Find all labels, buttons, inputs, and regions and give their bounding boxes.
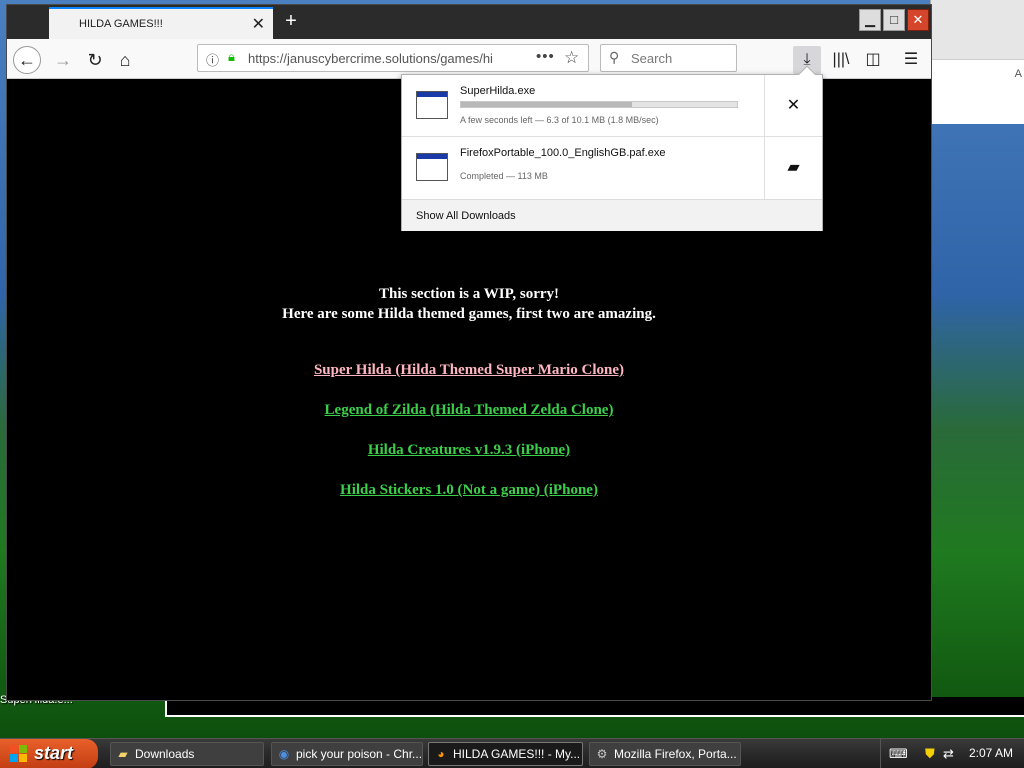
wip-line-1: This section is a WIP, sorry! [378,286,559,302]
window-close-button[interactable]: ✕ [907,9,929,31]
close-icon: ✕ [786,97,801,114]
windows-flag-icon [10,745,28,763]
search-placeholder: Search [631,51,673,66]
game-link-legend-of-zilda: Legend of Zilda (Hilda Themed Zelda Clon… [7,402,931,419]
reload-button[interactable]: ↻ [81,46,109,74]
folder-icon: ▰ [787,159,800,176]
game-link-super-hilda: Super Hilda (Hilda Themed Super Mario Cl… [7,362,931,379]
game-link-hilda-stickers: Hilda Stickers 1.0 (Not a game) (iPhone) [7,482,931,499]
game-link-hilda-creatures: Hilda Creatures v1.9.3 (iPhone) [7,442,931,459]
clock[interactable]: 2:07 AM [969,746,1013,760]
taskbar-item-label: Mozilla Firefox, Porta... [614,747,737,761]
search-icon: ⚲ [609,49,620,65]
taskbar-item-chrome[interactable]: ◉ pick your poison - Chr... [271,742,423,766]
keyboard-icon[interactable]: ⌨ [889,746,908,762]
downloads-panel: SuperHilda.exe A few seconds left — 6.3 … [401,65,823,231]
sidebar-toggle-button[interactable]: ◫ [859,46,887,74]
page-actions-icon[interactable]: ••• [536,48,555,65]
download-progress-fill [461,102,633,107]
exe-file-icon [416,91,448,119]
download-name: SuperHilda.exe [460,85,536,97]
game-link-label[interactable]: Legend of Zilda (Hilda Themed Zelda Clon… [325,402,614,418]
home-button[interactable]: ⌂ [111,46,139,74]
folder-icon: ▰ [118,747,128,761]
tab-title: HILDA GAMES!!! [79,18,163,30]
search-bar[interactable]: ⚲ Search [600,44,737,72]
taskbar-item-downloads[interactable]: ▰ Downloads [110,742,264,766]
background-window-header [931,0,1024,60]
start-button[interactable]: start [0,739,98,768]
taskbar-item-firefox[interactable]: ◕ HILDA GAMES!!! - My... [428,742,583,766]
download-item-firefoxportable[interactable]: FirefoxPortable_100.0_EnglishGB.paf.exe … [402,137,822,199]
cancel-download-button[interactable]: ✕ [764,75,822,137]
taskbar-item-installer[interactable]: ⚙ Mozilla Firefox, Porta... [589,742,741,766]
network-icon[interactable]: ⇄ [943,746,954,762]
tab-hilda-games[interactable]: HILDA GAMES!!! ✕ [49,7,273,39]
download-status: Completed — 113 MB [460,171,548,181]
exe-file-icon [416,153,448,181]
background-window[interactable]: A [930,0,1024,124]
download-status: A few seconds left — 6.3 of 10.1 MB (1.8… [460,115,659,125]
tab-close-icon[interactable]: ✕ [252,14,265,34]
new-tab-button[interactable]: + [279,9,303,33]
wip-line-2: Here are some Hilda themed games, first … [282,306,656,322]
start-label: start [34,743,74,763]
minimize-button[interactable]: ▁ [859,9,881,31]
download-name: FirefoxPortable_100.0_EnglishGB.paf.exe [460,147,666,159]
game-link-label[interactable]: Hilda Stickers 1.0 (Not a game) (iPhone) [340,482,598,498]
url-text[interactable]: https://januscybercrime.solutions/games/… [248,51,498,66]
back-button[interactable]: ← [13,46,41,74]
download-item-superhilda[interactable]: SuperHilda.exe A few seconds left — 6.3 … [402,75,822,137]
url-bar[interactable]: ⓘ 🔒︎ https://januscybercrime.solutions/g… [197,44,589,72]
installer-icon: ⚙ [596,747,608,761]
downloads-footer[interactable]: Show All Downloads [402,199,822,231]
open-folder-button[interactable]: ▰ [764,137,822,199]
bookmark-star-icon[interactable]: ☆ [564,48,579,68]
game-link-label[interactable]: Hilda Creatures v1.9.3 (iPhone) [368,442,570,458]
background-window-body [931,60,1024,124]
show-all-downloads-link[interactable]: Show All Downloads [416,210,516,222]
taskbar: start ▰ Downloads ◉ pick your poison - C… [0,738,1024,768]
background-window-glyph: A [1014,68,1022,80]
firefox-icon: ◕ [437,747,445,761]
lock-icon[interactable]: 🔒︎ [228,49,235,65]
hamburger-menu-button[interactable]: ☰ [897,46,925,74]
system-tray: ⌨ ⛊ ⇄ 2:07 AM [880,739,1024,768]
chrome-icon: ◉ [278,747,290,761]
maximize-button[interactable]: □ [883,9,905,31]
site-info-icon[interactable]: ⓘ [206,50,219,69]
wip-notice: This section is a WIP, sorry! Here are s… [7,284,931,324]
security-shield-icon[interactable]: ⛊ [925,746,935,762]
navigation-toolbar: ← → ↻ ⌂ ⓘ 🔒︎ https://januscybercrime.sol… [7,39,931,79]
taskbar-item-label: HILDA GAMES!!! - My... [453,747,581,761]
taskbar-item-label: pick your poison - Chr... [296,747,423,761]
library-button[interactable]: |||\ [827,46,855,74]
download-progress-bar [460,101,738,108]
browser-titlebar[interactable]: HILDA GAMES!!! ✕ + ▁ □ ✕ [7,5,931,39]
taskbar-item-label: Downloads [135,747,195,761]
game-link-label[interactable]: Super Hilda (Hilda Themed Super Mario Cl… [314,362,624,378]
forward-button[interactable]: → [49,46,77,74]
